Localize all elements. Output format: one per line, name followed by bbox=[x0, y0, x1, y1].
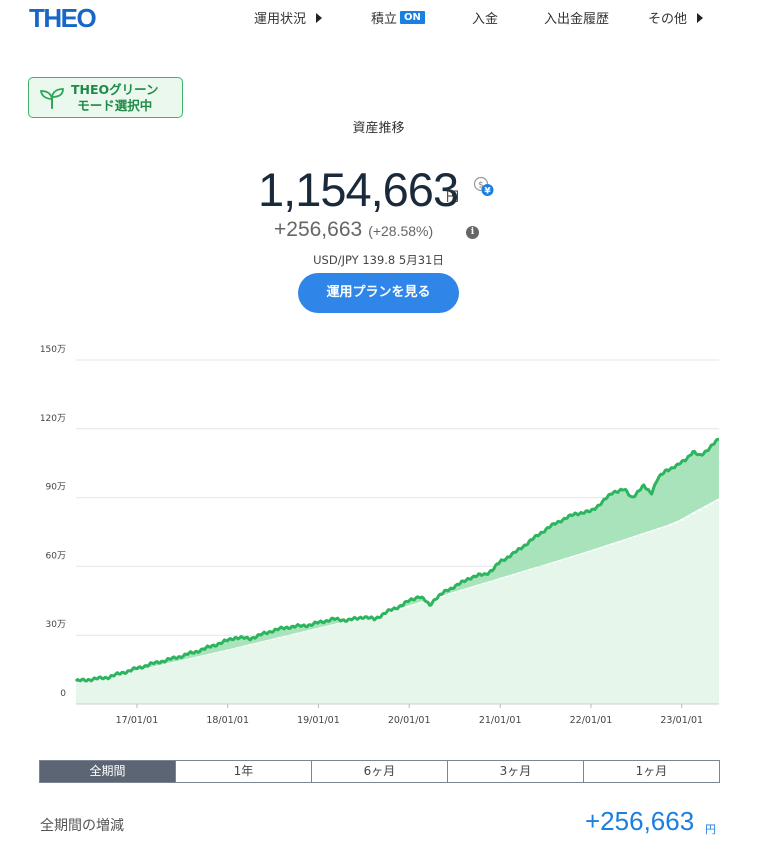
nav-deposit[interactable]: 入金 bbox=[472, 8, 498, 27]
nav-auto-deposit[interactable]: 積立 ON bbox=[371, 8, 425, 27]
x-tick-label: 17/01/01 bbox=[116, 715, 159, 726]
green-mode-line1: THEOグリーン bbox=[71, 81, 159, 97]
nav-transaction-history[interactable]: 入出金履歴 bbox=[544, 8, 609, 27]
currency-switch-icon[interactable]: $ ¥ bbox=[473, 176, 495, 198]
nav-portfolio-status[interactable]: 運用状況 bbox=[254, 8, 323, 27]
y-tick-label: 60万 bbox=[46, 551, 66, 561]
nav-deposit-label: 入金 bbox=[472, 12, 499, 27]
view-plan-button[interactable]: 運用プランを見る bbox=[298, 273, 459, 313]
green-mode-line2: モード選択中 bbox=[77, 97, 153, 113]
x-tick-label: 18/01/01 bbox=[206, 715, 249, 726]
tab-3-months[interactable]: 3ヶ月 bbox=[447, 761, 583, 782]
theo-logo[interactable]: THEO bbox=[29, 3, 97, 34]
period-change-label: 全期間の増減 bbox=[40, 818, 124, 834]
nav-other[interactable]: その他 bbox=[648, 8, 704, 27]
fx-rate: USD/JPY 139.8 5月31日 bbox=[313, 253, 444, 267]
x-tick-label: 21/01/01 bbox=[479, 715, 522, 726]
green-mode-text: THEOグリーン モード選択中 bbox=[71, 82, 159, 114]
y-tick-label: 120万 bbox=[40, 414, 66, 424]
period-tabs: 全期間 1年 6ヶ月 3ヶ月 1ヶ月 bbox=[39, 760, 720, 783]
nav-other-label: その他 bbox=[648, 12, 688, 27]
asset-chart: 0 30万 60万 90万 120万 150万 17/01/01 18/01/01 19/01/… bbox=[40, 345, 720, 726]
nav-transaction-history-label: 入出金履歴 bbox=[544, 12, 610, 27]
total-asset-value: 1,154,663 bbox=[258, 163, 459, 216]
green-mode-badge[interactable]: THEOグリーン モード選択中 bbox=[28, 77, 183, 118]
svg-text:¥: ¥ bbox=[484, 187, 491, 197]
y-tick-label: 0 bbox=[60, 689, 66, 699]
total-asset-unit: 円 bbox=[446, 190, 460, 205]
x-tick-label: 19/01/01 bbox=[297, 715, 340, 726]
y-tick-label: 150万 bbox=[40, 345, 66, 355]
auto-deposit-on-badge: ON bbox=[400, 11, 425, 24]
x-tick-label: 20/01/01 bbox=[388, 715, 431, 726]
info-icon[interactable]: i bbox=[466, 226, 479, 239]
gain-value: +256,663 bbox=[274, 218, 363, 241]
gain-line: +256,663 (+28.58%) bbox=[274, 218, 433, 242]
tab-all-period[interactable]: 全期間 bbox=[40, 761, 175, 782]
nav-auto-deposit-label: 積立 bbox=[371, 12, 398, 27]
chevron-right-icon bbox=[697, 12, 704, 23]
y-tick-label: 30万 bbox=[46, 620, 66, 630]
tab-1-month[interactable]: 1ヶ月 bbox=[583, 761, 719, 782]
x-tick-label: 22/01/01 bbox=[570, 715, 613, 726]
section-title: 資産推移 bbox=[352, 121, 405, 136]
period-change-unit: 円 bbox=[705, 823, 716, 836]
y-tick-label: 90万 bbox=[46, 483, 66, 493]
chevron-right-icon bbox=[316, 12, 323, 23]
x-tick-label: 23/01/01 bbox=[660, 715, 703, 726]
period-change-value: +256,663 bbox=[585, 806, 695, 836]
gain-percent: (+28.58%) bbox=[368, 223, 434, 239]
tab-6-months[interactable]: 6ヶ月 bbox=[311, 761, 447, 782]
nav-portfolio-status-label: 運用状況 bbox=[254, 12, 307, 27]
header: THEO 運用状況 積立 ON 入金 入出金履歴 その他 bbox=[0, 0, 757, 34]
tab-1-year[interactable]: 1年 bbox=[175, 761, 311, 782]
sprout-icon bbox=[39, 87, 64, 109]
